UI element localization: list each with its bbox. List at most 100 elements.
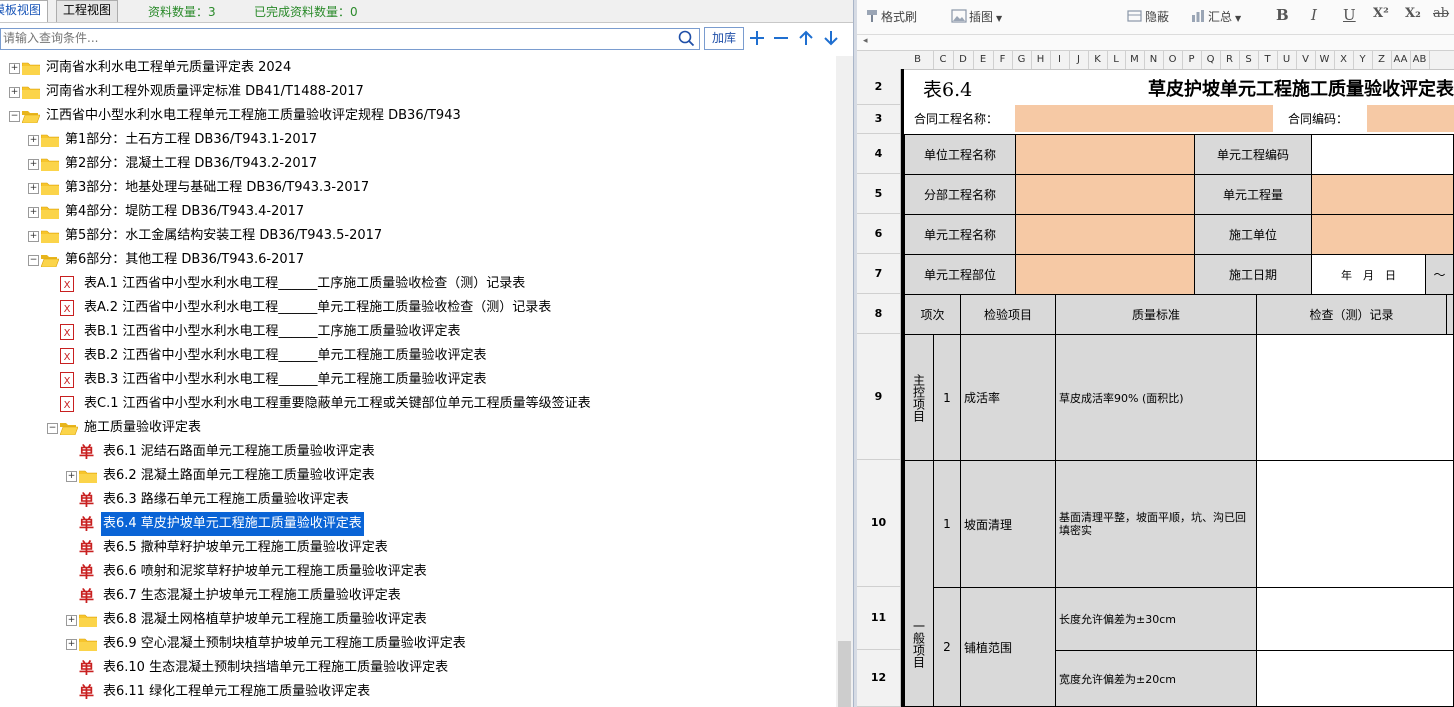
column-header-cell[interactable]: W <box>1315 51 1335 69</box>
element-code-cell[interactable] <box>1311 134 1454 175</box>
insert-image-button[interactable]: 插图 ▼ <box>951 8 1002 26</box>
column-header-cell[interactable]: Z <box>1372 51 1392 69</box>
column-header-cell[interactable]: K <box>1088 51 1108 69</box>
tree-node[interactable]: + 表6.8 混凝土网格植草护坡单元工程施工质量验收评定表 <box>0 608 836 632</box>
tree-node-label[interactable]: 第6部分：其他工程 DB36/T943.6-2017 <box>65 248 304 272</box>
expand-icon[interactable]: + <box>9 63 20 74</box>
unit-project-name-cell[interactable] <box>1015 134 1195 175</box>
tree-node[interactable]: + 第3部分：地基处理与基础工程 DB36/T943.3-2017 <box>0 176 836 200</box>
tree-node[interactable]: + 河南省水利工程外观质量评定标准 DB41/T1488-2017 <box>0 80 836 104</box>
r10-record-cell[interactable] <box>1256 460 1454 588</box>
row-header-cell[interactable]: 11 <box>857 587 900 650</box>
tree-node[interactable]: + 第4部分：堤防工程 DB36/T943.4-2017 <box>0 200 836 224</box>
tree-node-label[interactable]: 第5部分：水工金属结构安装工程 DB36/T943.5-2017 <box>65 224 382 248</box>
column-header-cell[interactable]: B <box>902 51 934 69</box>
expand-icon[interactable]: + <box>66 639 77 650</box>
column-header-cell[interactable]: O <box>1163 51 1183 69</box>
tree-node[interactable]: 单表6.6 喷射和泥浆草籽护坡单元工程施工质量验收评定表 <box>0 560 836 584</box>
tree-node[interactable]: 单表6.11 绿化工程单元工程施工质量验收评定表 <box>0 680 836 704</box>
tree-node-label[interactable]: 江西省中小型水利水电工程单元工程施工质量验收评定规程 DB36/T943 <box>46 104 461 128</box>
tree-node[interactable]: − 江西省中小型水利水电工程单元工程施工质量验收评定规程 DB36/T943 <box>0 104 836 128</box>
expand-icon[interactable]: + <box>28 135 39 146</box>
tree-node[interactable]: + 表6.2 混凝土路面单元工程施工质量验收评定表 <box>0 464 836 488</box>
column-header-cell[interactable]: N <box>1144 51 1164 69</box>
row-header-cell[interactable]: 3 <box>857 105 900 134</box>
tree-node[interactable]: 单表6.3 路缘石单元工程施工质量验收评定表 <box>0 488 836 512</box>
expand-icon[interactable]: + <box>66 471 77 482</box>
column-header-cell[interactable]: D <box>953 51 974 69</box>
tree-node[interactable]: 单表6.7 生态混凝土护坡单元工程施工质量验收评定表 <box>0 584 836 608</box>
collapse-icon[interactable]: − <box>47 423 58 434</box>
expand-icon[interactable]: + <box>66 615 77 626</box>
collapse-icon[interactable]: − <box>28 255 39 266</box>
row-header-cell[interactable]: 6 <box>857 214 900 254</box>
tree-node-label[interactable]: 表6.5 撒种草籽护坡单元工程施工质量验收评定表 <box>103 536 388 560</box>
r12-record-cell[interactable] <box>1256 650 1454 707</box>
row-header-cell[interactable]: 12 <box>857 650 900 707</box>
tree-scrollbar[interactable] <box>836 56 853 707</box>
tree-node[interactable]: X 表A.1 江西省中小型水利水电工程______工序施工质量验收检查（测）记录表 <box>0 272 836 296</box>
tree-node[interactable]: − 施工质量验收评定表 <box>0 416 836 440</box>
column-header-cell[interactable]: X <box>1334 51 1354 69</box>
move-down-icon[interactable] <box>822 29 840 47</box>
tree-node[interactable]: + 第5部分：水工金属结构安装工程 DB36/T943.5-2017 <box>0 224 836 248</box>
tree-node-label[interactable]: 表6.6 喷射和泥浆草籽护坡单元工程施工质量验收评定表 <box>103 560 427 584</box>
add-library-button[interactable]: 加库 <box>704 27 744 50</box>
strikethrough-button[interactable]: ab <box>1433 6 1449 21</box>
row-header-cell[interactable]: 8 <box>857 294 900 334</box>
tree-node-label[interactable]: 表6.9 空心混凝土预制块植草护坡单元工程施工质量验收评定表 <box>103 632 466 656</box>
hide-button[interactable]: 隐蔽 <box>1127 8 1169 26</box>
tree-node-label[interactable]: 表6.1 泥结石路面单元工程施工质量验收评定表 <box>103 440 375 464</box>
expand-icon[interactable]: + <box>28 183 39 194</box>
tree-node-label[interactable]: 第4部分：堤防工程 DB36/T943.4-2017 <box>65 200 304 224</box>
tree-node-label[interactable]: 表C.1 江西省中小型水利水电工程重要隐蔽单元工程或关键部位单元工程质量等级签证… <box>84 392 591 416</box>
search-input[interactable] <box>3 29 673 47</box>
tree-node[interactable]: 单表6.1 泥结石路面单元工程施工质量验收评定表 <box>0 440 836 464</box>
column-header-cell[interactable]: V <box>1296 51 1316 69</box>
element-location-cell[interactable] <box>1015 254 1195 295</box>
tree-node-label[interactable]: 表6.3 路缘石单元工程施工质量验收评定表 <box>103 488 349 512</box>
tree-node-label[interactable]: 表A.1 江西省中小型水利水电工程______工序施工质量验收检查（测）记录表 <box>84 272 525 296</box>
tree-node[interactable]: + 第1部分：土石方工程 DB36/T943.1-2017 <box>0 128 836 152</box>
search-icon[interactable] <box>678 30 695 51</box>
column-header-cell[interactable]: Y <box>1353 51 1373 69</box>
sheet-title[interactable]: 草皮护坡单元工程施工质量验收评定表 <box>1111 73 1454 107</box>
tree-node[interactable]: 单表6.5 撒种草籽护坡单元工程施工质量验收评定表 <box>0 536 836 560</box>
column-header-cell[interactable]: J <box>1069 51 1089 69</box>
row-header-cell[interactable]: 2 <box>857 69 900 105</box>
tree-node-label[interactable]: 第2部分：混凝土工程 DB36/T943.2-2017 <box>65 152 317 176</box>
expand-icon[interactable]: + <box>28 231 39 242</box>
add-icon[interactable] <box>748 29 766 47</box>
tree-node-label[interactable]: 表6.7 生态混凝土护坡单元工程施工质量验收评定表 <box>103 584 401 608</box>
expand-icon[interactable]: + <box>28 159 39 170</box>
tree-node-label[interactable]: 河南省水利水电工程单元质量评定表 2024 <box>46 56 291 80</box>
tree-node[interactable]: − 第6部分：其他工程 DB36/T943.6-2017 <box>0 248 836 272</box>
tree-scrollbar-thumb[interactable] <box>838 641 851 707</box>
tab-template-view[interactable]: 模板视图 <box>0 0 49 22</box>
tree-node-label[interactable]: 表6.11 绿化工程单元工程施工质量验收评定表 <box>103 680 370 704</box>
tree-node[interactable]: X 表B.2 江西省中小型水利水电工程______单元工程施工质量验收评定表 <box>0 344 836 368</box>
expand-icon[interactable]: + <box>9 87 20 98</box>
column-header-cell[interactable]: T <box>1258 51 1278 69</box>
contract-name-cell[interactable] <box>1015 105 1273 132</box>
tree-node-label[interactable]: 表B.1 江西省中小型水利水电工程______工序施工质量验收评定表 <box>84 320 460 344</box>
tree-node[interactable]: X 表C.1 江西省中小型水利水电工程重要隐蔽单元工程或关键部位单元工程质量等级签… <box>0 392 836 416</box>
tree-node-label[interactable]: 河南省水利工程外观质量评定标准 DB41/T1488-2017 <box>46 80 364 104</box>
move-up-icon[interactable] <box>797 29 815 47</box>
contract-code-cell[interactable] <box>1367 105 1454 132</box>
tree-node[interactable]: + 表6.9 空心混凝土预制块植草护坡单元工程施工质量验收评定表 <box>0 632 836 656</box>
row-header-cell[interactable]: 9 <box>857 334 900 460</box>
column-header-cell[interactable]: G <box>1012 51 1032 69</box>
tree-node-label[interactable]: 表B.2 江西省中小型水利水电工程______单元工程施工质量验收评定表 <box>84 344 486 368</box>
tree-node-label[interactable]: 表6.10 生态混凝土预制块挡墙单元工程施工质量验收评定表 <box>103 656 448 680</box>
tree-node-label[interactable]: 表B.3 江西省中小型水利水电工程______单元工程施工质量验收评定表 <box>84 368 486 392</box>
tree-node-label[interactable]: 表A.2 江西省中小型水利水电工程______单元工程施工质量验收检查（测）记录… <box>84 296 551 320</box>
italic-button[interactable]: I <box>1311 6 1317 24</box>
tree-node-label[interactable]: 表6.8 混凝土网格植草护坡单元工程施工质量验收评定表 <box>103 608 427 632</box>
construction-date-start[interactable]: 年 月 日 <box>1311 254 1426 295</box>
summary-button[interactable]: 汇总 ▼ <box>1190 8 1241 26</box>
collapse-arrow-icon[interactable]: ◂ <box>863 36 868 46</box>
column-header-cell[interactable]: AB <box>1410 51 1430 69</box>
element-name-cell[interactable] <box>1015 214 1195 255</box>
tab-project-view[interactable]: 工程视图 <box>56 0 119 22</box>
